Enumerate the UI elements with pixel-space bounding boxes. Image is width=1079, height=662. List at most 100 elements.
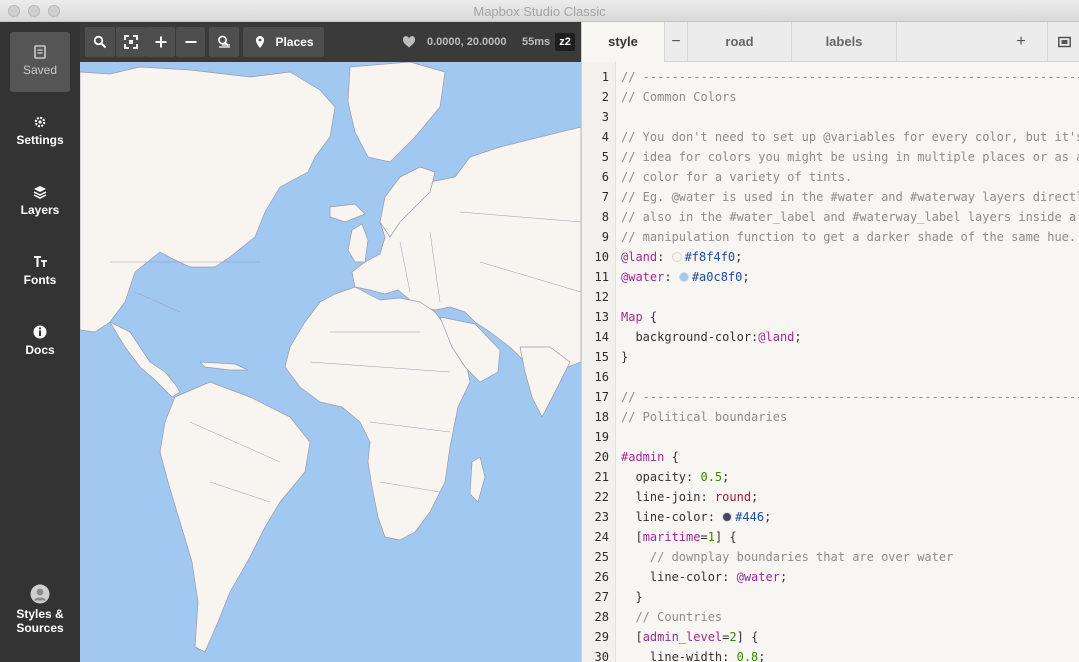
line-number: 15 xyxy=(594,350,609,364)
code-text: Map { xyxy=(621,307,657,327)
sidebar-item-fonts[interactable]: Fonts xyxy=(10,242,70,302)
code-line[interactable]: 8 // also in the #water_label and #waterw… xyxy=(582,207,1079,227)
code-line[interactable]: 2 // Common Colors xyxy=(582,87,1079,107)
code-line[interactable]: 18 // Political boundaries xyxy=(582,407,1079,427)
code-line[interactable]: 22 line-join: round; xyxy=(582,487,1079,507)
code-token: line-join: xyxy=(621,490,715,504)
code-line[interactable]: 28 // Countries xyxy=(582,607,1079,627)
central-america-landmass xyxy=(109,321,181,398)
code-area[interactable]: 1 // ------------------------------------… xyxy=(582,62,1079,662)
image-icon xyxy=(1058,36,1071,48)
code-comment: // idea for colors you might be using in… xyxy=(621,150,1079,164)
map-center-coords: 0.0000, 20.0000 xyxy=(427,36,507,48)
code-line[interactable]: 27 } xyxy=(582,587,1079,607)
code-line[interactable]: 25 // downplay boundaries that are over … xyxy=(582,547,1079,567)
line-number: 14 xyxy=(594,330,609,344)
code-comment: // -------------------------------------… xyxy=(621,70,1079,84)
tab-style[interactable]: style xyxy=(582,22,665,62)
code-number: 0.8 xyxy=(736,650,759,662)
code-text: background-color:@land; xyxy=(621,327,801,347)
code-line[interactable]: 19 xyxy=(582,427,1079,447)
fullscreen-button[interactable] xyxy=(116,27,146,57)
code-token: = xyxy=(700,530,708,544)
zoom-out-button[interactable] xyxy=(176,27,205,57)
tab-label: style xyxy=(608,34,638,49)
line-number: 1 xyxy=(601,70,609,84)
code-comment: // Countries xyxy=(621,610,723,624)
code-line[interactable]: 15} xyxy=(582,347,1079,367)
code-line[interactable]: 7 // Eg. @water is used in the #water and… xyxy=(582,187,1079,207)
sidebar-item-settings[interactable]: Settings xyxy=(10,102,70,162)
code-line[interactable]: 21 opacity: 0.5; xyxy=(582,467,1079,487)
code-line[interactable]: 10 @land: #f8f4f0; xyxy=(582,247,1079,267)
code-line[interactable]: 14 background-color:@land; xyxy=(582,327,1079,347)
remove-tab-button[interactable]: − xyxy=(665,22,687,62)
line-number: 16 xyxy=(594,370,609,384)
tab-road[interactable]: road xyxy=(687,22,792,62)
code-number: 0.5 xyxy=(700,470,723,484)
line-number: 13 xyxy=(594,310,609,324)
sidebar-item-saved[interactable]: Saved xyxy=(10,32,70,92)
map-view[interactable]: Places 0.0000, 20.0000 55ms z2 xyxy=(80,22,581,662)
code-line[interactable]: 30 line-width: 0.8; xyxy=(582,647,1079,662)
line-number: 25 xyxy=(594,550,609,564)
code-text: // Countries xyxy=(621,607,722,627)
plus-icon xyxy=(155,36,166,48)
code-selector: Map xyxy=(621,310,643,324)
line-number: 23 xyxy=(594,510,609,524)
line-number: 5 xyxy=(601,150,609,164)
code-line[interactable]: 3 xyxy=(582,107,1079,127)
code-token: ; xyxy=(764,510,772,524)
code-comment: // downplay boundaries that are over wat… xyxy=(621,550,954,564)
code-token: : xyxy=(657,250,672,264)
color-swatch-icon[interactable] xyxy=(722,512,733,522)
code-line[interactable]: 23 line-color: #446; xyxy=(582,507,1079,527)
color-swatch-icon[interactable] xyxy=(671,252,682,262)
code-text: @water: #a0c8f0; xyxy=(621,267,750,287)
code-token: ; xyxy=(742,270,750,284)
code-line[interactable]: 26 line-color: @water; xyxy=(582,567,1079,587)
code-variable: @water xyxy=(621,270,665,284)
screenshot-button[interactable] xyxy=(1047,22,1079,62)
iceland-landmass xyxy=(329,203,366,223)
line-number: 30 xyxy=(594,650,609,662)
zoom-in-button[interactable] xyxy=(146,27,175,57)
sidebar-item-styles-sources[interactable]: Styles & Sources xyxy=(10,578,70,648)
code-number: 1 xyxy=(707,530,715,544)
line-number: 18 xyxy=(594,410,609,424)
british-isles-landmass xyxy=(347,223,369,263)
heart-icon[interactable] xyxy=(402,35,416,49)
code-line[interactable]: 17 // -----------------------------------… xyxy=(582,387,1079,407)
tab-label: labels xyxy=(825,34,863,49)
sidebar-item-docs[interactable]: Docs xyxy=(10,312,70,372)
line-number: 19 xyxy=(594,430,609,444)
save-icon xyxy=(34,45,46,59)
code-line[interactable]: 6 // color for a variety of tints. xyxy=(582,167,1079,187)
places-button[interactable]: Places xyxy=(243,27,324,57)
code-line[interactable]: 13 Map { xyxy=(582,307,1079,327)
world-map[interactable] xyxy=(80,62,581,662)
code-line[interactable]: 4 // You don't need to set up @variables … xyxy=(582,127,1079,147)
code-text: // -------------------------------------… xyxy=(621,67,1079,87)
code-line[interactable]: 1 // ------------------------------------… xyxy=(582,67,1079,87)
color-swatch-icon[interactable] xyxy=(678,272,689,282)
code-line[interactable]: 5 // idea for colors you might be using i… xyxy=(582,147,1079,167)
code-line[interactable]: 20 #admin { xyxy=(582,447,1079,467)
africa-landmass xyxy=(284,286,471,541)
code-line[interactable]: 9 // manipulation function to get a darke… xyxy=(582,227,1079,247)
tab-labels[interactable]: labels xyxy=(792,22,897,62)
code-line[interactable]: 16 xyxy=(582,367,1079,387)
title-bar: Mapbox Studio Classic xyxy=(0,0,1079,22)
code-line[interactable]: 11 @water: #a0c8f0; xyxy=(582,267,1079,287)
sidebar-item-label: Styles & Sources xyxy=(16,607,64,635)
code-line[interactable]: 29 [admin_level=2] { xyxy=(582,627,1079,647)
search-button[interactable] xyxy=(85,27,115,57)
sidebar-item-layers[interactable]: Layers xyxy=(10,172,70,232)
render-time: 55ms xyxy=(522,36,551,48)
add-tab-button[interactable]: + xyxy=(1010,22,1032,62)
code-line[interactable]: 24 [maritime=1] { xyxy=(582,527,1079,547)
code-text: line-color: @water; xyxy=(621,567,787,587)
inspect-button[interactable] xyxy=(209,27,239,57)
code-line[interactable]: 12 xyxy=(582,287,1079,307)
line-number: 11 xyxy=(594,270,609,284)
